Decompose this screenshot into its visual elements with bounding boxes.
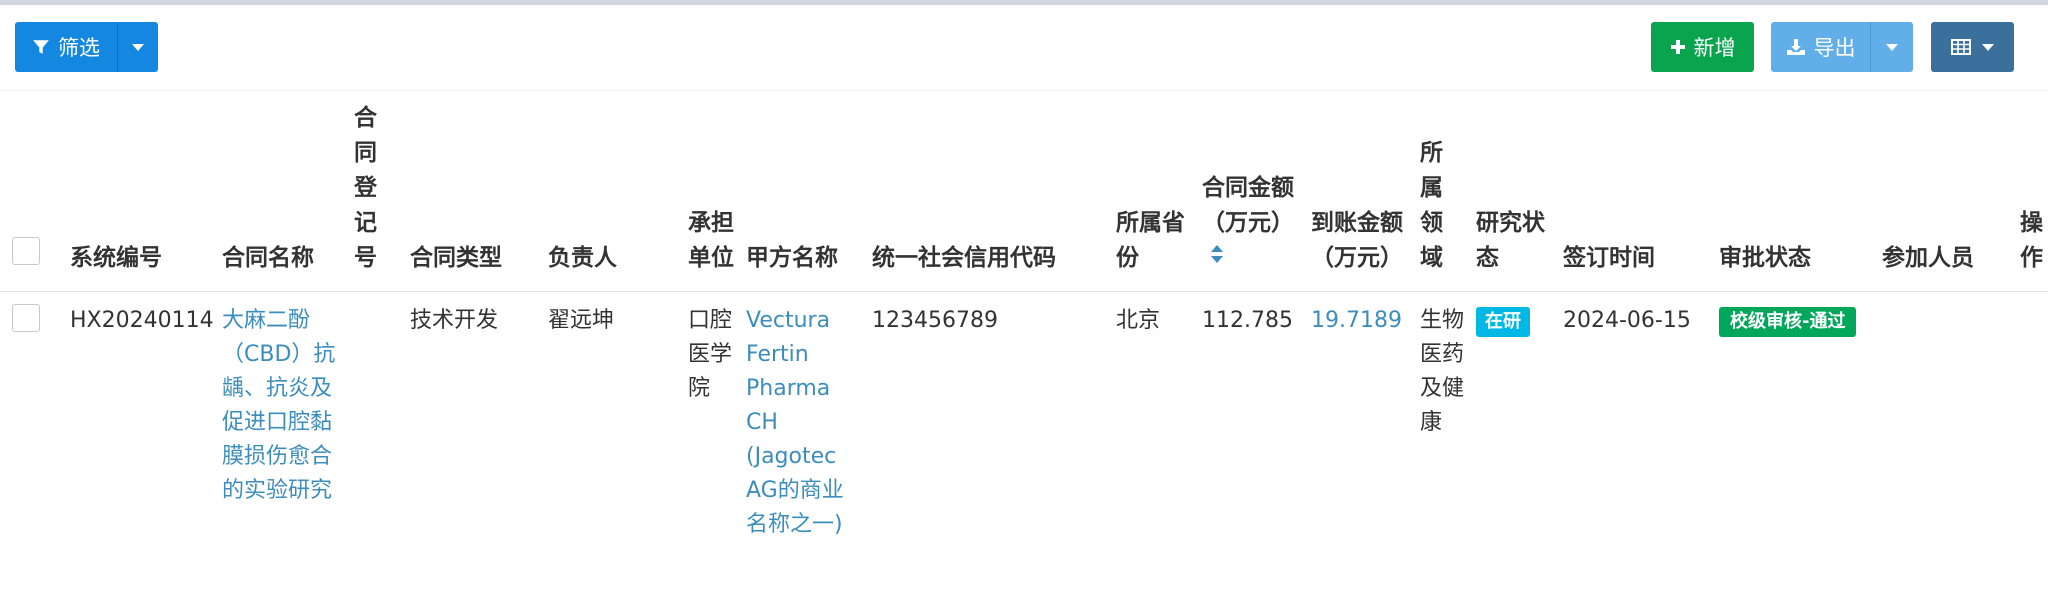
- cell-sys-no: HX20240114: [70, 307, 214, 333]
- cell-party-a-link[interactable]: Vectura Fertin Pharma CH (Jagotec AG的商业名…: [740, 291, 866, 542]
- cell-contract-type: 技术开发: [410, 307, 499, 333]
- add-button[interactable]: 新增: [1651, 22, 1754, 72]
- col-header[interactable]: 所属省份: [1110, 91, 1196, 291]
- cell-province: 北京: [1116, 307, 1161, 333]
- cell-research-status: 在研: [1470, 291, 1557, 542]
- cell-amount: 112.785: [1202, 307, 1293, 333]
- filter-icon: [32, 38, 50, 56]
- export-button-label: 导出: [1813, 36, 1856, 60]
- approval-badge: 校级审核-通过: [1719, 306, 1857, 337]
- cell-reg-no: [348, 291, 404, 542]
- cell-sign-date: 2024-06-15: [1563, 307, 1691, 333]
- contract-table: 系统编号 合同名称 合同登记号 合同类型 负责人 承担单位 甲方名称 统一社会信…: [0, 91, 2048, 542]
- col-header[interactable]: 审批状态: [1713, 91, 1876, 291]
- cell-unit: 口腔医学院: [688, 307, 733, 401]
- col-header[interactable]: 所属领域: [1414, 91, 1470, 291]
- caret-down-icon: [1885, 43, 1899, 52]
- table-icon: [1950, 39, 1971, 55]
- col-header[interactable]: 到账金额（万元）: [1305, 91, 1414, 291]
- col-header[interactable]: 合同登记号: [348, 91, 404, 291]
- export-dropdown-toggle[interactable]: [1871, 22, 1913, 72]
- filter-button[interactable]: 筛选: [15, 22, 118, 72]
- cell-contract-name-link[interactable]: 大麻二酚（CBD）抗龋、抗炎及促进口腔黏膜损伤愈合的实验研究: [216, 291, 348, 542]
- table-row[interactable]: HX20240114 大麻二酚（CBD）抗龋、抗炎及促进口腔黏膜损伤愈合的实验研…: [0, 291, 2048, 542]
- cell-received-link[interactable]: 19.7189: [1305, 291, 1414, 542]
- caret-down-icon: [1981, 43, 1995, 52]
- select-all-cell: [0, 91, 64, 291]
- columns-toggle-button[interactable]: [1931, 22, 2014, 72]
- col-header[interactable]: 承担单位: [682, 91, 740, 291]
- cell-owner: 翟远坤: [548, 307, 615, 333]
- col-header[interactable]: 研究状态: [1470, 91, 1557, 291]
- col-header[interactable]: 操作: [2014, 91, 2048, 291]
- export-button[interactable]: 导出: [1771, 22, 1871, 72]
- table-header-row: 系统编号 合同名称 合同登记号 合同类型 负责人 承担单位 甲方名称 统一社会信…: [0, 91, 2048, 291]
- col-header[interactable]: 统一社会信用代码: [866, 91, 1110, 291]
- filter-button-label: 筛选: [58, 36, 100, 60]
- sort-icon[interactable]: [1210, 241, 1224, 276]
- col-header[interactable]: 系统编号: [64, 91, 216, 291]
- toolbar: 筛选 新增 导出: [0, 5, 2048, 91]
- plus-icon: [1670, 39, 1686, 55]
- col-header[interactable]: 合同类型: [404, 91, 542, 291]
- add-button-label: 新增: [1693, 36, 1736, 60]
- row-select-cell: [0, 291, 64, 542]
- select-all-checkbox[interactable]: [12, 236, 40, 265]
- col-header[interactable]: 参加人员: [1876, 91, 2014, 291]
- col-header-amount[interactable]: 合同金额（万元）: [1196, 91, 1305, 291]
- cell-credit-code: 123456789: [872, 307, 998, 333]
- row-checkbox[interactable]: [12, 303, 40, 332]
- download-icon: [1786, 38, 1806, 56]
- cell-participants: [1876, 291, 2014, 542]
- col-header[interactable]: 合同名称: [216, 91, 348, 291]
- col-header[interactable]: 甲方名称: [740, 91, 866, 291]
- col-header[interactable]: 负责人: [542, 91, 682, 291]
- cell-approval-status: 校级审核-通过: [1713, 291, 1876, 542]
- col-header-label: 合同金额（万元）: [1202, 174, 1294, 236]
- caret-down-icon: [131, 43, 145, 52]
- col-header[interactable]: 签订时间: [1557, 91, 1713, 291]
- filter-dropdown-toggle[interactable]: [118, 22, 158, 72]
- cell-actions: [2014, 291, 2048, 542]
- status-badge: 在研: [1476, 306, 1530, 337]
- cell-field: 生物医药及健康: [1420, 307, 1465, 435]
